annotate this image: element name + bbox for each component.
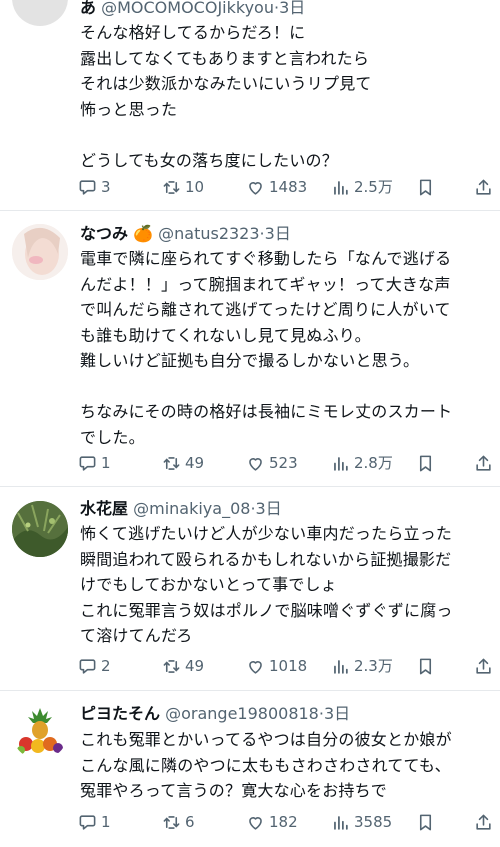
reply-count: 3 [101,178,111,196]
divider [0,210,500,211]
bookmark-button[interactable] [416,451,439,475]
share-button[interactable] [474,451,497,475]
tweet-time[interactable]: 3日 [265,224,291,243]
user-handle[interactable]: @minakiya_08 [133,499,250,518]
reply-count: 1 [101,813,111,831]
like-count: 523 [269,454,298,472]
retweet-button[interactable]: 49 [162,654,204,678]
like-button[interactable]: 1018 [246,654,307,678]
action-bar: 1 6 182 3585 [78,810,492,834]
tweet-header: なつみ 🍊 @natus2323·3日 [80,224,291,243]
views-count: 2.8万 [354,454,393,472]
views-button[interactable]: 3585 [331,810,392,834]
tweet-text: 電車で隣に座られてすぐ移動したら「なんで逃げる んだよ！！」って腕掴まれてギャッ… [80,249,453,447]
display-name[interactable]: ピヨたそん [80,704,160,723]
action-bar: 2 49 1018 2.3万 [78,654,492,678]
reply-icon [79,658,96,674]
bookmark-button[interactable] [416,175,439,199]
retweet-button[interactable]: 6 [162,810,195,834]
action-bar: 1 49 523 2.8万 [78,451,492,475]
bookmark-button[interactable] [416,810,439,834]
display-name[interactable]: 水花屋 [80,499,128,518]
reply-button[interactable]: 1 [78,810,111,834]
action-bar: 3 10 1483 2.5万 [78,175,492,199]
reply-count: 2 [101,657,111,675]
reply-button[interactable]: 2 [78,654,111,678]
tweet-time[interactable]: 3日 [324,704,350,723]
retweet-icon [163,659,180,673]
like-button[interactable]: 523 [246,451,298,475]
views-icon [334,659,348,674]
divider [0,486,500,487]
like-count: 1483 [269,178,308,196]
share-icon [476,658,491,674]
bookmark-icon [419,179,432,195]
reply-button[interactable]: 1 [78,451,111,475]
reply-icon [79,179,96,195]
share-button[interactable] [474,810,497,834]
avatar[interactable] [12,0,68,26]
like-icon [249,816,262,830]
like-button[interactable]: 182 [246,810,298,834]
avatar[interactable] [12,704,68,760]
retweet-button[interactable]: 49 [162,451,204,475]
retweet-count: 10 [185,178,205,196]
user-handle[interactable]: @MOCOMOCOJikkyou [101,0,274,17]
bookmark-icon [419,814,432,830]
like-count: 182 [269,813,298,831]
reply-icon [79,814,96,830]
bookmark-icon [419,658,432,674]
avatar-image [12,704,68,760]
tweet-time[interactable]: 3日 [256,499,282,518]
tweet-text: 怖くて逃げたいけど人が少ない車内だったら立った 瞬間追われて殴られるかもしれない… [80,524,453,645]
views-count: 2.5万 [354,178,393,196]
avatar-image [12,224,68,280]
views-icon [334,180,348,195]
views-icon [334,815,348,830]
views-count: 2.3万 [354,657,393,675]
retweet-count: 49 [185,454,205,472]
views-button[interactable]: 2.8万 [331,451,393,475]
tweet-text: これも冤罪とかいってるやつは自分の彼女とか娘が こんな風に隣のやつに太ももさわさ… [80,730,452,800]
retweet-icon [163,815,180,829]
views-count: 3585 [354,813,393,831]
like-icon [249,181,262,195]
divider [0,690,500,691]
like-count: 1018 [269,657,308,675]
avatar[interactable] [12,501,68,557]
user-handle[interactable]: @natus2323 [158,224,259,243]
share-icon [476,179,491,195]
share-button[interactable] [474,175,497,199]
like-button[interactable]: 1483 [246,175,307,199]
retweet-button[interactable]: 10 [162,175,204,199]
reply-count: 1 [101,454,111,472]
like-icon [249,457,262,471]
user-handle[interactable]: @orange19800818 [165,704,319,723]
tweet-header: ピヨたそん @orange19800818·3日 [80,704,351,723]
share-button[interactable] [474,654,497,678]
retweet-count: 49 [185,657,205,675]
views-button[interactable]: 2.5万 [331,175,393,199]
share-icon [476,455,491,471]
views-button[interactable]: 2.3万 [331,654,393,678]
avatar-image [12,501,68,557]
reply-icon [79,455,96,471]
retweet-icon [163,180,180,194]
tweet-text: そんな格好してるからだろ！に 露出してなくてもありますと言われたら それは少数派… [80,23,372,170]
bookmark-icon [419,455,432,471]
share-icon [476,814,491,830]
bookmark-button[interactable] [416,654,439,678]
name-emoji: 🍊 [133,224,154,243]
tweet-time[interactable]: 3日 [279,0,305,17]
display-name[interactable]: なつみ [80,224,128,243]
retweet-icon [163,456,180,470]
tweet-header: あ @MOCOMOCOJikkyou·3日 [80,0,306,17]
reply-button[interactable]: 3 [78,175,111,199]
views-icon [334,456,348,471]
avatar[interactable] [12,224,68,280]
retweet-count: 6 [185,813,195,831]
tweet-header: 水花屋 @minakiya_08·3日 [80,499,282,518]
display-name[interactable]: あ [80,0,96,17]
like-icon [249,660,262,674]
